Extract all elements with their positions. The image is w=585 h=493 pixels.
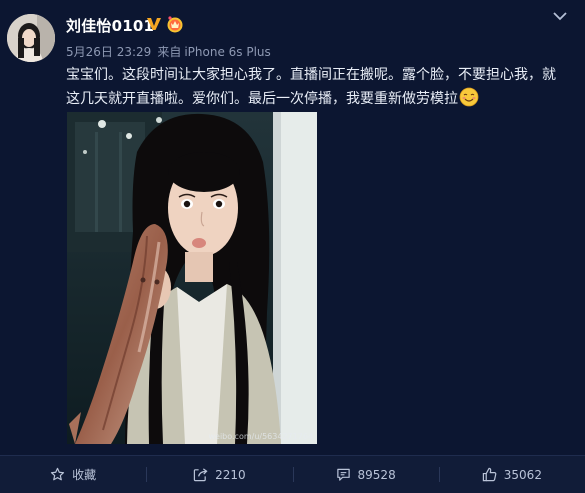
comment-button[interactable]: 89528 (292, 456, 439, 493)
repost-count: 2210 (215, 467, 246, 482)
avatar[interactable] (7, 14, 55, 62)
post-meta: 5月26日 23:29 来自 iPhone 6s Plus (66, 43, 277, 60)
action-bar: 收藏 2210 89528 35062 (0, 455, 585, 493)
chevron-down-icon[interactable] (552, 10, 568, 22)
post-photo[interactable]: weibo.com/u/5634271764 (67, 112, 317, 444)
repost-button[interactable]: 2210 (146, 456, 292, 493)
like-button[interactable]: 35062 (438, 456, 585, 493)
verified-v-icon (147, 18, 161, 30)
favorite-button[interactable]: 收藏 (0, 456, 146, 493)
post-device[interactable]: iPhone 6s Plus (184, 45, 270, 59)
member-crown-icon[interactable] (166, 15, 184, 33)
favorite-label: 收藏 (72, 468, 97, 482)
star-icon (51, 467, 65, 481)
thumbs-up-icon (482, 467, 497, 482)
share-arrow-icon (193, 468, 208, 482)
weibo-post-card: 刘佳怡0101 5月26日 23:29 来自 iPhone 6s Plus 宝宝们。… (0, 0, 585, 493)
source-prefix: 来自 (157, 45, 182, 59)
post-text-line-2-wrap: 这几天就开直播啦。爱你们。最后一次停播，我要重新做劳模拉 (66, 87, 566, 111)
smiling-face-icon (459, 87, 479, 107)
comment-bubble-icon (336, 468, 350, 481)
like-count: 35062 (503, 467, 542, 482)
photo-watermark: weibo.com/u/5634271764 (208, 432, 313, 441)
post-text-line-2: 这几天就开直播啦。爱你们。最后一次停播，我要重新做劳模拉 (66, 91, 458, 107)
post-text-line-1: 宝宝们。这段时间让大家担心我了。直播间正在搬呢。露个脸，不要担心我，就 (66, 67, 556, 83)
username[interactable]: 刘佳怡0101 (66, 15, 154, 36)
post-text: 宝宝们。这段时间让大家担心我了。直播间正在搬呢。露个脸，不要担心我，就 这几天就… (66, 64, 566, 111)
comment-count: 89528 (357, 467, 396, 482)
post-date[interactable]: 5月26日 23:29 (66, 45, 151, 59)
